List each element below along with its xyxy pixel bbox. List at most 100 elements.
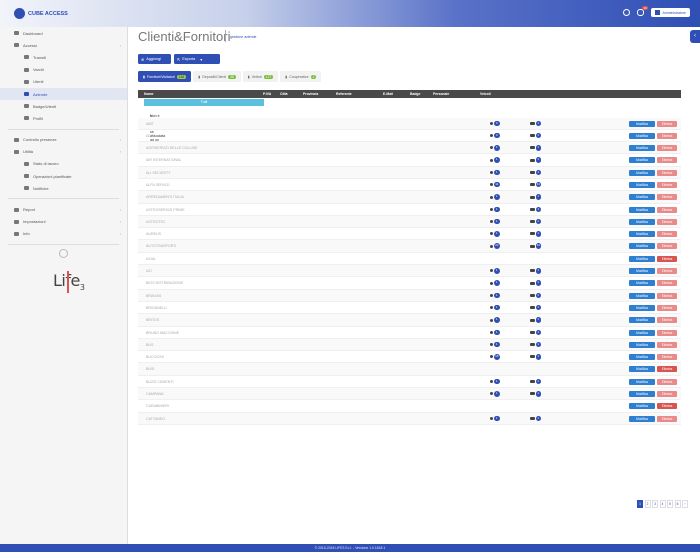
personnel-count[interactable]: 1 [490,218,500,225]
vehicles-count[interactable]: 1 [530,218,541,225]
edit-button[interactable]: Modifica [629,329,655,336]
delete-button[interactable]: Elimina [657,181,677,188]
company-name[interactable]: CATTANEO [146,417,165,421]
edit-button[interactable]: Modifica [629,366,655,373]
company-name[interactable]: BRUNO MACCHINE [146,331,179,335]
company-name[interactable]: ABIT [146,122,154,126]
vehicles-count[interactable]: 13 [530,243,541,249]
personnel-count[interactable]: 1 [490,391,500,397]
page-button[interactable]: › [682,500,688,508]
page-button[interactable]: 3 [652,500,658,508]
collapse-sidebar-icon[interactable] [59,249,68,258]
company-name[interactable]: ALFA SERVIZI [146,183,170,187]
company-name[interactable]: ASTROTEC [146,220,166,224]
delete-button[interactable]: Elimina [657,169,677,176]
company-name[interactable]: ADIT [146,134,154,138]
company-name[interactable]: AUREUS [146,232,161,236]
edit-button[interactable]: Modifica [629,157,655,164]
personnel-count[interactable]: 3 [490,132,500,139]
edit-button[interactable]: Modifica [629,341,655,348]
sidebar-item-4[interactable]: Utenti [0,76,127,88]
page-button[interactable]: 2 [644,500,651,508]
company-name[interactable]: AXIAL [146,257,156,261]
delete-button[interactable]: Elimina [657,268,677,275]
vehicles-count[interactable]: 1 [530,354,541,360]
edit-button[interactable]: Modifica [629,194,655,201]
sidebar-item-0[interactable]: Dashboard [0,27,127,39]
sidebar-item-7[interactable]: Profili [0,112,127,124]
sidebar-item-12[interactable]: Notifiche [0,182,127,194]
personnel-count[interactable]: 3 [490,120,500,126]
tab-3[interactable]: ▮ Cooperative 2 [280,71,322,82]
side-panel-toggle[interactable]: ‹ [690,30,700,43]
delete-button[interactable]: Elimina [657,132,677,139]
vehicles-count[interactable]: 1 [530,378,541,385]
delete-button[interactable]: Elimina [657,378,677,385]
personnel-count[interactable]: 1 [490,329,500,336]
vehicles-count[interactable]: 1 [530,157,541,163]
sidebar-item-9[interactable]: Utilità ‹ [0,146,127,158]
filter-select[interactable]: Tutti [144,98,264,106]
delete-button[interactable]: Elimina [657,391,677,398]
vehicles-count[interactable]: 1 [530,231,541,237]
edit-button[interactable]: Modifica [629,415,655,422]
edit-button[interactable]: Modifica [629,292,655,299]
edit-button[interactable]: Modifica [629,280,655,287]
delete-button[interactable]: Elimina [657,415,677,422]
edit-button[interactable]: Modifica [629,317,655,324]
edit-button[interactable]: Modifica [629,145,655,152]
delete-button[interactable]: Elimina [657,341,677,348]
page-button[interactable]: 1 [637,500,643,508]
delete-button[interactable]: Elimina [657,218,677,225]
company-name[interactable]: ALI SECURITY [146,171,171,175]
personnel-count[interactable]: 1 [490,292,500,299]
vehicles-count[interactable]: 1 [530,341,541,348]
vehicles-count[interactable]: 1 [530,329,541,336]
user-menu[interactable]: Amministratore [651,8,690,17]
company-name[interactable]: BUS [146,343,153,347]
sidebar-item-13[interactable]: Report ‹ [0,203,127,215]
edit-button[interactable]: Modifica [629,391,655,398]
edit-button[interactable]: Modifica [629,132,655,139]
company-name[interactable]: AGRISERVIZI DELLE COLLINE [146,146,197,150]
vehicles-count[interactable]: 1 [530,206,541,213]
edit-button[interactable]: Modifica [629,206,655,213]
vehicles-count[interactable]: 1 [530,317,541,323]
personnel-count[interactable]: 1 [490,268,500,274]
sidebar-item-11[interactable]: Operazioni pianificate [0,170,127,182]
delete-button[interactable]: Elimina [657,194,677,201]
edit-button[interactable]: Modifica [629,403,655,410]
company-name[interactable]: CAMPANA [146,392,164,396]
company-name[interactable]: BUCCIONI [146,355,164,359]
personnel-count[interactable]: 1 [490,206,500,213]
edit-button[interactable]: Modifica [629,243,655,250]
delete-button[interactable]: Elimina [657,145,677,152]
vehicles-count[interactable]: 13 [530,181,541,188]
personnel-count[interactable]: 1 [490,157,500,163]
vehicles-count[interactable]: 1 [530,304,541,311]
sidebar-item-10[interactable]: Stato di lavoro [0,158,127,170]
edit-button[interactable]: Modifica [629,255,655,262]
column-header[interactable]: Provincia [303,92,318,96]
edit-button[interactable]: Modifica [629,218,655,225]
company-name[interactable]: BRIGANELLI [146,306,167,310]
page-button[interactable]: 6 [674,500,681,508]
edit-button[interactable]: Modifica [629,304,655,311]
vehicles-count[interactable]: 1 [530,415,541,422]
personnel-count[interactable]: 1 [490,169,500,176]
sidebar-item-5[interactable]: Aziende [0,87,127,101]
column-header[interactable]: Personale [433,92,449,96]
company-name[interactable]: BRITOS [146,318,159,322]
personnel-count[interactable]: 24 [490,243,500,249]
vehicles-count[interactable]: 1 [530,169,541,176]
vehicles-count[interactable]: 1 [530,132,541,139]
personnel-count[interactable]: 1 [490,378,500,385]
edit-button[interactable]: Modifica [629,354,655,361]
company-name[interactable]: CARABINIERI [146,404,169,408]
edit-button[interactable]: Modifica [629,268,655,275]
settings-icon[interactable] [623,9,631,16]
company-name[interactable]: BUSI [146,367,154,371]
vehicles-count[interactable]: 1 [530,292,541,299]
sidebar-item-6[interactable]: Badge/Utenti [0,100,127,112]
personnel-count[interactable]: 1 [490,280,500,286]
